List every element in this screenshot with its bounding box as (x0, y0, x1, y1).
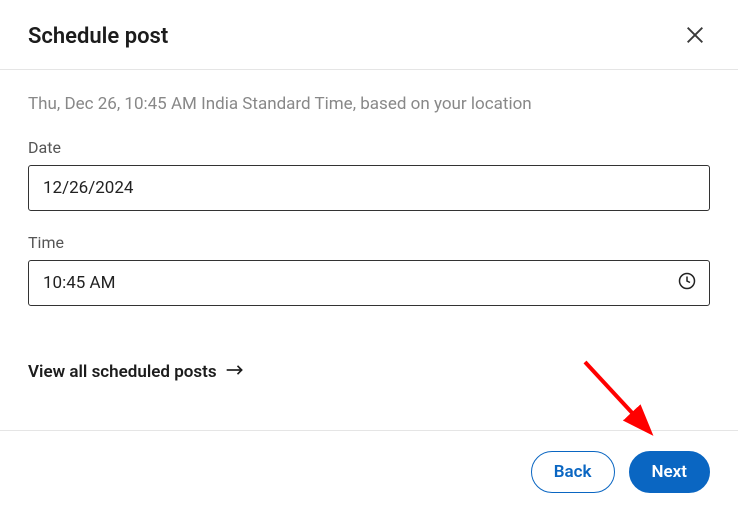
date-input[interactable] (28, 165, 710, 211)
time-label: Time (28, 233, 710, 252)
next-button[interactable]: Next (629, 451, 711, 493)
modal-body: Thu, Dec 26, 10:45 AM India Standard Tim… (0, 70, 738, 430)
modal-title: Schedule post (28, 24, 168, 49)
arrow-right-icon (225, 362, 245, 382)
close-button[interactable] (680, 20, 710, 53)
modal-footer: Back Next (0, 430, 738, 513)
back-button[interactable]: Back (531, 451, 615, 493)
close-icon (684, 24, 706, 49)
schedule-info-text: Thu, Dec 26, 10:45 AM India Standard Tim… (28, 94, 710, 114)
date-field-group: Date (28, 138, 710, 211)
time-input-wrapper (28, 260, 710, 306)
schedule-post-modal: Schedule post Thu, Dec 26, 10:45 AM Indi… (0, 0, 738, 513)
date-label: Date (28, 138, 710, 157)
time-field-group: Time (28, 233, 710, 306)
view-all-scheduled-link[interactable]: View all scheduled posts (28, 362, 245, 382)
view-all-label: View all scheduled posts (28, 362, 217, 382)
time-input[interactable] (28, 260, 710, 306)
modal-header: Schedule post (0, 0, 738, 70)
